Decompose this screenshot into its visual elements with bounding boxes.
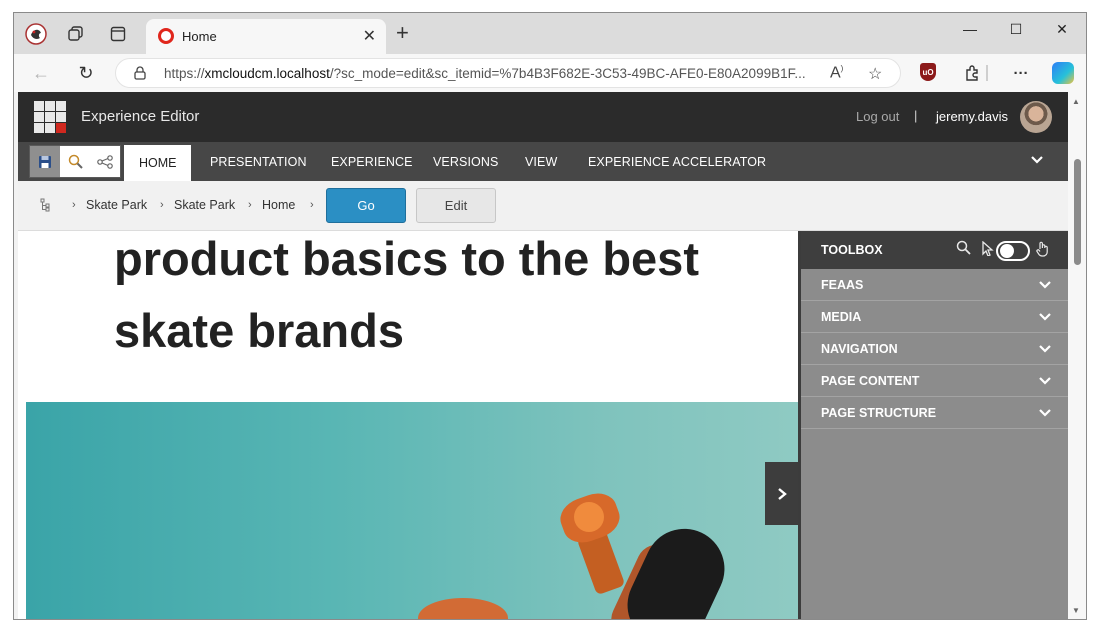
chevron-down-icon [1039,313,1051,321]
experience-editor-header: Experience Editor Log out | jeremy.davis [18,92,1068,142]
toolbox-collapse-button[interactable] [765,462,798,525]
edit-button[interactable]: Edit [416,188,496,223]
opera-favicon-icon [158,28,174,44]
workspaces-icon[interactable] [65,23,87,45]
pointer-mode-icon[interactable] [982,240,994,259]
tab-experience[interactable]: EXPERIENCE [331,155,413,169]
scroll-up-icon[interactable]: ▲ [1072,97,1080,106]
tab-actions-icon[interactable] [107,23,129,45]
chevron-down-icon [1039,377,1051,385]
quick-access-toolbar [29,145,121,178]
username[interactable]: jeremy.davis [936,109,1008,124]
share-icon[interactable] [90,146,120,177]
minimize-icon[interactable]: — [950,17,990,41]
breadcrumb-arrow-icon: › [72,199,76,211]
refresh-icon[interactable]: ↻ [74,61,98,85]
breadcrumb-arrow-icon: › [248,199,252,211]
close-tab-icon[interactable]: ✕ [363,26,376,46]
tab-versions[interactable]: VERSIONS [433,155,498,169]
scroll-down-icon[interactable]: ▼ [1072,606,1080,615]
toolbox-section-label: FEAAS [821,278,864,292]
logout-link[interactable]: Log out [856,109,899,124]
chevron-down-icon [1039,409,1051,417]
toolbox-section-label: PAGE STRUCTURE [821,406,937,420]
toolbox-section-label: NAVIGATION [821,342,898,356]
lock-icon[interactable] [134,66,146,80]
skateboard-wheel [418,598,508,619]
url-scheme: https:// [164,66,205,81]
tab-presentation[interactable]: PRESENTATION [210,155,307,169]
breadcrumb-item[interactable]: Home [262,198,295,212]
tab-bar: Home ✕ + — ☐ ✕ [14,13,1086,54]
hero-image[interactable] [26,402,798,619]
chevron-down-icon[interactable] [1029,152,1045,168]
ribbon-tabs: HOME PRESENTATION EXPERIENCE VERSIONS VI… [18,142,1068,181]
page-scrollbar[interactable]: ▲ ▼ [1068,92,1086,619]
back-icon[interactable]: ← [29,61,53,85]
drag-hand-icon[interactable] [1036,241,1050,260]
copilot-icon[interactable] [1052,62,1074,84]
more-options-icon[interactable]: ··· [1011,63,1031,83]
breadcrumb-item[interactable]: Skate Park [174,198,235,212]
url-path: /?sc_mode=edit&sc_itemid=%7b4B3F682E-3C5… [329,66,806,81]
close-window-icon[interactable]: ✕ [1042,17,1082,41]
url-text[interactable]: https://xmcloudcm.localhost/?sc_mode=edi… [164,66,814,81]
tab-home[interactable]: HOME [124,145,191,181]
toolbox-search-icon[interactable] [956,240,971,258]
breadcrumb-item[interactable]: Skate Park [86,198,147,212]
editor-title: Experience Editor [81,108,200,125]
breadcrumb-arrow-icon[interactable]: › [310,199,314,211]
toolbar-divider [986,65,988,81]
tab-view[interactable]: VIEW [525,155,557,169]
page-content: product basics to the best skate brands [18,231,798,619]
url-host: xmcloudcm.localhost [204,66,330,81]
headline-line-2: skate brands [114,304,404,357]
browser-window: Home ✕ + — ☐ ✕ ← ↻ https://xmcloudcm.loc… [13,12,1087,620]
avatar[interactable] [1020,101,1052,133]
ublock-origin-icon[interactable]: uO [920,63,936,81]
toolbox-section-page-structure[interactable]: PAGE STRUCTURE [801,397,1068,429]
toolbox-section-navigation[interactable]: NAVIGATION [801,333,1068,365]
save-icon[interactable] [30,146,60,177]
scrollbar-thumb[interactable] [1074,159,1081,265]
maximize-icon[interactable]: ☐ [996,17,1036,41]
search-icon[interactable] [60,146,90,177]
address-bar[interactable]: https://xmcloudcm.localhost/?sc_mode=edi… [115,58,901,88]
chevron-down-icon [1039,345,1051,353]
headline-line-1: product basics to the best [114,232,699,285]
toolbox-section-page-content[interactable]: PAGE CONTENT [801,365,1068,397]
header-separator: | [914,108,918,123]
favorite-star-icon[interactable]: ☆ [868,64,882,84]
toolbox-section-label: MEDIA [821,310,862,324]
new-tab-button[interactable]: + [396,22,409,44]
read-aloud-icon[interactable]: A) [830,64,843,82]
tab-experience-accelerator[interactable]: EXPERIENCE ACCELERATOR [588,155,766,169]
page-viewport: Experience Editor Log out | jeremy.davis… [18,92,1068,619]
skateboard-wheel-hub [574,502,604,532]
tab-title: Home [182,29,217,44]
mode-toggle[interactable] [996,241,1030,261]
breadcrumb-arrow-icon: › [160,199,164,211]
extensions-puzzle-icon[interactable] [963,63,983,83]
chevron-down-icon [1039,281,1051,289]
address-bar-row: ← ↻ https://xmcloudcm.localhost/?sc_mode… [14,54,1086,92]
breadcrumb: › Skate Park › Skate Park › Home › Go Ed… [18,181,1068,231]
tab-home[interactable]: Home ✕ [146,19,386,54]
content-tree-icon[interactable] [40,198,52,215]
go-button[interactable]: Go [326,188,406,223]
toolbox-section-media[interactable]: MEDIA [801,301,1068,333]
toolbox-header: TOOLBOX [801,231,1068,269]
toolbox-section-label: PAGE CONTENT [821,374,920,388]
toolbox-panel: TOOLBOX FEAAS MEDIA NAVIGATION PAGE CONT… [765,231,1068,619]
page-headline[interactable]: product basics to the best skate brands [114,231,754,367]
sitecore-launchpad-icon[interactable] [34,101,66,133]
toolbox-section-feaas[interactable]: FEAAS [801,269,1068,301]
tab-home-label: HOME [139,156,177,170]
profile-icon[interactable] [25,23,47,45]
chevron-right-icon [777,487,787,500]
toolbox-title: TOOLBOX [821,243,883,257]
